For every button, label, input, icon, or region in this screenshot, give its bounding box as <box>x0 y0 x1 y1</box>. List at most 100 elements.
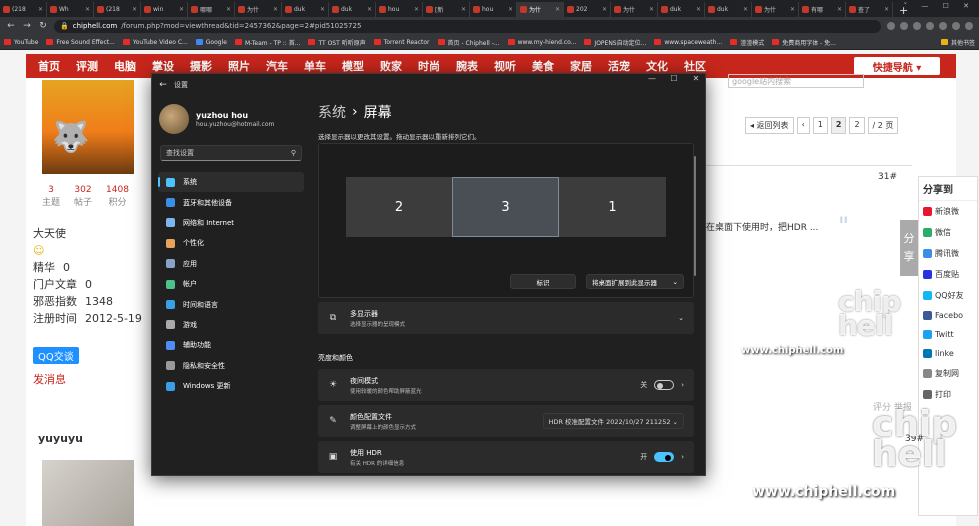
browser-tab[interactable]: 为什 ✕ <box>517 2 564 17</box>
site-nav-item[interactable]: 掌设 <box>144 58 182 74</box>
browser-tab[interactable]: hou ✕ <box>470 2 517 17</box>
settings-nav-item[interactable]: 网络和 Internet <box>158 213 304 233</box>
site-nav-item[interactable]: 模型 <box>334 58 372 74</box>
page-1-link[interactable]: 1 <box>812 117 828 134</box>
extension-icons[interactable] <box>887 22 973 30</box>
qq-chat-button[interactable]: QQ交谈 <box>33 347 79 364</box>
share-item[interactable]: QQ好友 <box>919 285 977 306</box>
close-tab-icon[interactable]: ✕ <box>555 6 560 13</box>
browser-tab[interactable]: duk ✕ <box>329 2 376 17</box>
browser-tab[interactable]: 为什 ✕ <box>611 2 658 17</box>
user-profile[interactable]: yuzhou hou hou.yuzhou@hotmail.com <box>159 104 274 134</box>
site-nav-item[interactable]: 单车 <box>296 58 334 74</box>
settings-nav-item[interactable]: 帐户 <box>158 274 304 294</box>
site-nav-item[interactable]: 照片 <box>220 58 258 74</box>
site-nav-item[interactable]: 时尚 <box>410 58 448 74</box>
poster-name[interactable]: yuyuyu <box>38 432 83 445</box>
site-search-input[interactable]: google站内搜索 <box>728 74 864 88</box>
bookmark[interactable]: www.my-hiend.co... <box>507 39 576 46</box>
settings-nav-item[interactable]: Windows 更新 <box>158 376 304 396</box>
address-bar[interactable]: 🔒 chiphell.com/forum.php?mod=viewthread&… <box>54 19 881 33</box>
close-tab-icon[interactable]: ✕ <box>790 6 795 13</box>
browser-tab[interactable]: duk ✕ <box>282 2 329 17</box>
browser-tab[interactable]: [新 ✕ <box>423 2 470 17</box>
window-controls[interactable]: ˅ — ☐ ✕ <box>904 2 975 10</box>
bookmark[interactable]: Torrent Reactor <box>373 39 430 46</box>
site-nav-item[interactable]: 视听 <box>486 58 524 74</box>
bookmark[interactable]: 免费商用字体 - 免... <box>772 38 836 47</box>
maximize-icon[interactable]: ☐ <box>663 74 685 88</box>
bookmark[interactable]: YouTube <box>4 39 38 46</box>
share-item[interactable]: 微信 <box>919 222 977 243</box>
back-icon[interactable]: ← <box>152 80 174 90</box>
settings-nav-item[interactable]: 个性化 <box>158 233 304 253</box>
bookmark[interactable]: Free Sound Effect... <box>46 39 115 46</box>
close-tab-icon[interactable]: ✕ <box>837 6 842 13</box>
other-bookmarks[interactable]: 其他书签 <box>940 38 975 47</box>
minimize-icon[interactable]: — <box>641 74 663 88</box>
bookmark[interactable]: Google <box>195 39 227 46</box>
site-nav-item[interactable]: 电脑 <box>106 58 144 74</box>
user-stat[interactable]: 302 帖子 <box>74 185 92 208</box>
close-tab-icon[interactable]: ✕ <box>367 6 372 13</box>
site-nav-item[interactable]: 家居 <box>562 58 600 74</box>
browser-tab[interactable]: 为什 ✕ <box>752 2 799 17</box>
close-tab-icon[interactable]: ✕ <box>132 6 137 13</box>
browser-tab[interactable]: 为什 ✕ <box>235 2 282 17</box>
settings-search-input[interactable]: 查找设置 ⚲ <box>160 145 302 161</box>
browser-tab[interactable]: win ✕ <box>141 2 188 17</box>
browser-tab[interactable]: hou ✕ <box>376 2 423 17</box>
monitor-3[interactable]: 3 <box>452 177 559 237</box>
reload-icon[interactable]: ↻ <box>38 21 48 31</box>
avatar[interactable] <box>42 460 134 526</box>
share-item[interactable]: 腾讯微 <box>919 243 977 264</box>
browser-tab[interactable]: Wh ✕ <box>47 2 94 17</box>
site-nav-item[interactable]: 败家 <box>372 58 410 74</box>
browser-tab[interactable]: duk ✕ <box>705 2 752 17</box>
settings-nav-item[interactable]: 蓝牙和其他设备 <box>158 192 304 212</box>
monitor-2[interactable]: 2 <box>346 177 452 237</box>
settings-nav-item[interactable]: 辅助功能 <box>158 335 304 355</box>
close-tab-icon[interactable]: ✕ <box>85 6 90 13</box>
bookmark[interactable]: TT OST 听听原声 <box>308 38 366 47</box>
night-light-row[interactable]: ☀ 夜间模式 使用较暖的颜色帮助屏蔽蓝光 关 › <box>318 369 694 401</box>
use-hdr-row[interactable]: ▣ 使用 HDR 有关 HDR 的详细信息 开 › <box>318 441 694 473</box>
settings-nav-item[interactable]: 应用 <box>158 254 304 274</box>
identify-button[interactable]: 标识 <box>510 274 576 289</box>
bookmark[interactable]: YouTube Video C... <box>122 39 188 46</box>
settings-nav-item[interactable]: 时间和语言 <box>158 294 304 314</box>
site-nav-item[interactable]: 腕表 <box>448 58 486 74</box>
floor-number[interactable]: 31# <box>878 172 897 182</box>
close-icon[interactable]: ✕ <box>685 74 705 88</box>
breadcrumb-parent[interactable]: 系统 <box>318 102 346 122</box>
share-item[interactable]: 百度贴 <box>919 264 977 285</box>
site-nav-item[interactable]: 活宠 <box>600 58 638 74</box>
share-item[interactable]: Facebo <box>919 306 977 325</box>
close-tab-icon[interactable]: ✕ <box>38 6 43 13</box>
user-stat[interactable]: 1408 积分 <box>106 185 129 208</box>
close-tab-icon[interactable]: ✕ <box>508 6 513 13</box>
close-tab-icon[interactable]: ✕ <box>179 6 184 13</box>
monitor-1[interactable]: 1 <box>559 177 666 237</box>
settings-nav-item[interactable]: 隐私和安全性 <box>158 356 304 376</box>
close-tab-icon[interactable]: ✕ <box>743 6 748 13</box>
avatar[interactable]: 🐺 <box>42 80 134 174</box>
browser-tab[interactable]: duk ✕ <box>658 2 705 17</box>
page-2-link[interactable]: 2 <box>830 117 847 134</box>
close-tab-icon[interactable]: ✕ <box>649 6 654 13</box>
hdr-toggle[interactable] <box>654 452 675 462</box>
forward-icon[interactable]: → <box>22 21 32 31</box>
share-item[interactable]: Twitt <box>919 325 977 344</box>
share-tab[interactable]: 分享 <box>900 220 918 276</box>
browser-tab[interactable]: 查了 ✕ <box>846 2 893 17</box>
bookmark[interactable]: 首页 - Chiphell -... <box>437 38 500 47</box>
browser-tab[interactable]: 202 ✕ <box>564 2 611 17</box>
close-tab-icon[interactable]: ✕ <box>226 6 231 13</box>
site-nav-item[interactable]: 文化 <box>638 58 676 74</box>
quick-nav-button[interactable]: 快捷导航 ▾ <box>854 57 940 75</box>
close-tab-icon[interactable]: ✕ <box>696 6 701 13</box>
site-nav-item[interactable]: 社区 <box>676 58 714 74</box>
page-input[interactable]: 2 <box>849 117 865 134</box>
close-tab-icon[interactable]: ✕ <box>461 6 466 13</box>
share-item[interactable]: 新浪微 <box>919 201 977 222</box>
